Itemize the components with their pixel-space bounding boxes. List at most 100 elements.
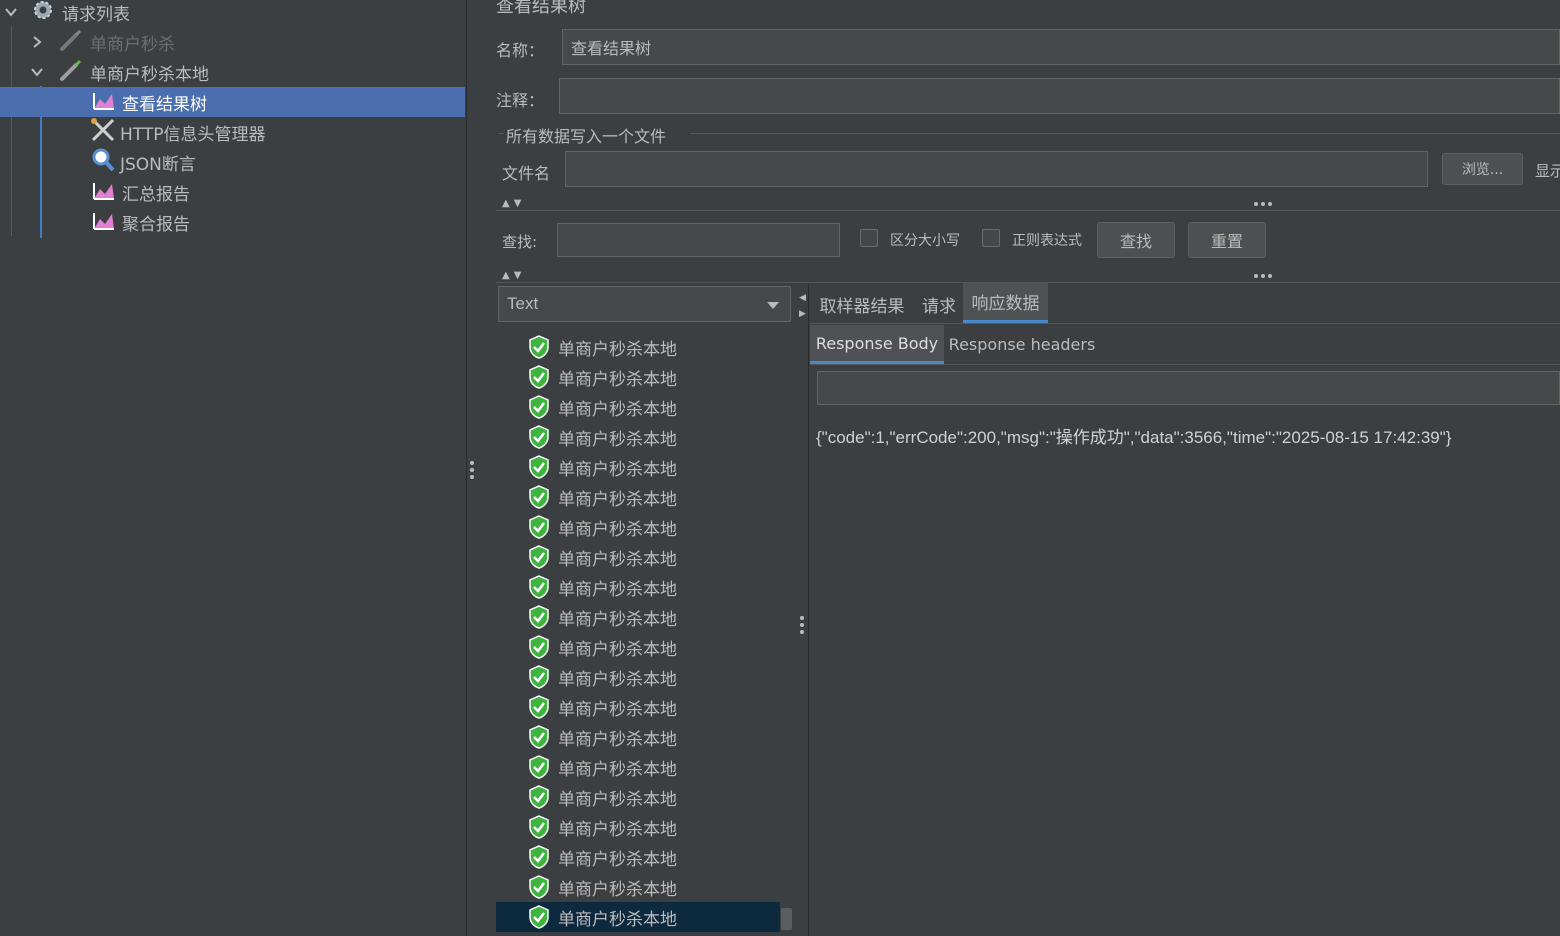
results-list: 单商户秒杀本地 单商户秒杀本地 单商户秒杀本地 单商户秒杀本地 单商户秒杀本地 单商户秒杀… [496, 324, 794, 936]
tree-item-disabled-sampler[interactable]: 单商户秒杀 [30, 27, 175, 57]
result-item-label: 单商户秒杀本地 [558, 609, 677, 630]
result-item[interactable]: 单商户秒杀本地 [496, 662, 780, 692]
collapse-arrows-icon[interactable]: ▲▼ [502, 198, 525, 209]
inner-splitter[interactable]: ◀ ▶ [796, 284, 809, 936]
tree-item-label: 单商户秒杀本地 [90, 64, 209, 85]
comment-label: 注释： [496, 91, 545, 110]
tree-root-label: 请求列表 [62, 4, 130, 25]
success-shield-icon [528, 785, 550, 809]
chart-icon [92, 179, 116, 205]
display-label: 显示 [1535, 162, 1560, 180]
pipette-icon [58, 57, 84, 87]
result-item[interactable]: 单商户秒杀本地 [496, 902, 780, 932]
tree-item-summary-report[interactable]: 汇总报告 [92, 177, 190, 207]
result-item[interactable]: 单商户秒杀本地 [496, 572, 780, 602]
result-item-label: 单商户秒杀本地 [558, 759, 677, 780]
tree-item-header-manager[interactable]: HTTP信息头管理器 [90, 117, 266, 147]
vertical-splitter[interactable] [466, 0, 481, 936]
splitter-handle-icon[interactable] [800, 616, 804, 634]
result-item-label: 单商户秒杀本地 [558, 489, 677, 510]
chevron-right-icon[interactable] [30, 35, 44, 49]
tree-item-json-assertion[interactable]: JSON断言 [90, 147, 196, 177]
file-section-label: 所有数据写入一个文件 [506, 127, 667, 146]
tree-item-view-results-tree[interactable]: 查看结果树 [0, 87, 465, 117]
success-shield-icon [528, 725, 550, 749]
result-item[interactable]: 单商户秒杀本地 [496, 482, 780, 512]
collapse-arrows-icon[interactable]: ▲▼ [502, 270, 525, 281]
tree-guide [11, 26, 12, 236]
result-item-label: 单商户秒杀本地 [558, 399, 677, 420]
result-item[interactable]: 单商户秒杀本地 [496, 872, 780, 902]
tree-root[interactable]: 请求列表 [0, 0, 466, 27]
tree-item-label: 单商户秒杀 [90, 34, 175, 55]
result-item-label: 单商户秒杀本地 [558, 729, 677, 750]
case-sensitive-checkbox[interactable] [860, 229, 878, 247]
result-item-label: 单商户秒杀本地 [558, 519, 677, 540]
success-shield-icon [528, 335, 550, 359]
drag-handle-icon[interactable] [1254, 202, 1272, 206]
success-shield-icon [528, 485, 550, 509]
name-input[interactable]: 查看结果树 [562, 29, 1560, 65]
result-item[interactable]: 单商户秒杀本地 [496, 752, 780, 782]
result-item[interactable]: 单商户秒杀本地 [496, 422, 780, 452]
comment-input[interactable] [559, 78, 1560, 114]
tab-response-headers[interactable]: Response headers [948, 325, 1096, 364]
result-item-label: 单商户秒杀本地 [558, 699, 677, 720]
response-body-text: {"code":1,"errCode":200,"msg":"操作成功","da… [816, 428, 1452, 447]
tree-item-aggregate-report[interactable]: 聚合报告 [92, 207, 190, 237]
tab-response-data[interactable]: 响应数据 [963, 283, 1048, 323]
result-item[interactable]: 单商户秒杀本地 [496, 362, 780, 392]
chart-icon [92, 209, 116, 235]
regex-checkbox[interactable] [982, 229, 1000, 247]
dropdown-arrow-icon[interactable] [766, 297, 780, 317]
result-item-label: 单商户秒杀本地 [558, 909, 677, 930]
filename-input[interactable] [565, 151, 1428, 187]
response-search-input[interactable] [817, 371, 1560, 405]
filename-label: 文件名 [502, 164, 551, 183]
browse-button[interactable]: 浏览... [1442, 153, 1523, 185]
result-item[interactable]: 单商户秒杀本地 [496, 722, 780, 752]
result-item[interactable]: 单商户秒杀本地 [496, 452, 780, 482]
result-item[interactable]: 单商户秒杀本地 [496, 602, 780, 632]
result-item[interactable]: 单商户秒杀本地 [496, 542, 780, 572]
search-label: 查找: [502, 233, 538, 251]
tree-item-thread-group[interactable]: 单商户秒杀本地 [30, 57, 209, 87]
drag-handle-icon[interactable] [1254, 274, 1272, 278]
result-item[interactable]: 单商户秒杀本地 [496, 812, 780, 842]
result-item[interactable]: 单商户秒杀本地 [496, 842, 780, 872]
result-item[interactable]: 单商户秒杀本地 [496, 632, 780, 662]
name-label: 名称： [496, 41, 545, 60]
result-item-label: 单商户秒杀本地 [558, 639, 677, 660]
success-shield-icon [528, 635, 550, 659]
tree-item-label: 聚合报告 [122, 214, 190, 235]
result-item[interactable]: 单商户秒杀本地 [496, 332, 780, 362]
result-item[interactable]: 单商户秒杀本地 [496, 782, 780, 812]
results-scrollbar-thumb[interactable] [781, 908, 792, 930]
splitter-arrows-icon[interactable]: ◀ ▶ [799, 290, 806, 322]
reset-button[interactable]: 重置 [1188, 222, 1266, 258]
renderer-select[interactable]: Text [498, 286, 791, 322]
chevron-down-icon[interactable] [30, 65, 44, 79]
success-shield-icon [528, 575, 550, 599]
tree-item-label: 汇总报告 [122, 184, 190, 205]
tab-sampler-result[interactable]: 取样器结果 [812, 285, 912, 323]
tree-item-label: JSON断言 [120, 154, 196, 175]
tools-icon [90, 117, 116, 147]
find-button[interactable]: 查找 [1097, 222, 1175, 258]
result-item-label: 单商户秒杀本地 [558, 369, 677, 390]
tab-request[interactable]: 请求 [916, 285, 962, 323]
splitter-handle-icon[interactable] [470, 461, 474, 479]
result-item-label: 单商户秒杀本地 [558, 339, 677, 360]
success-shield-icon [528, 845, 550, 869]
tab-response-body[interactable]: Response Body [810, 325, 944, 364]
result-item[interactable]: 单商户秒杀本地 [496, 692, 780, 722]
divider [496, 210, 1560, 211]
success-shield-icon [528, 455, 550, 479]
success-shield-icon [528, 395, 550, 419]
success-shield-icon [528, 545, 550, 569]
success-shield-icon [528, 905, 550, 929]
search-input[interactable] [557, 223, 840, 257]
result-item[interactable]: 单商户秒杀本地 [496, 512, 780, 542]
result-item[interactable]: 单商户秒杀本地 [496, 392, 780, 422]
chevron-down-icon[interactable] [4, 5, 18, 19]
